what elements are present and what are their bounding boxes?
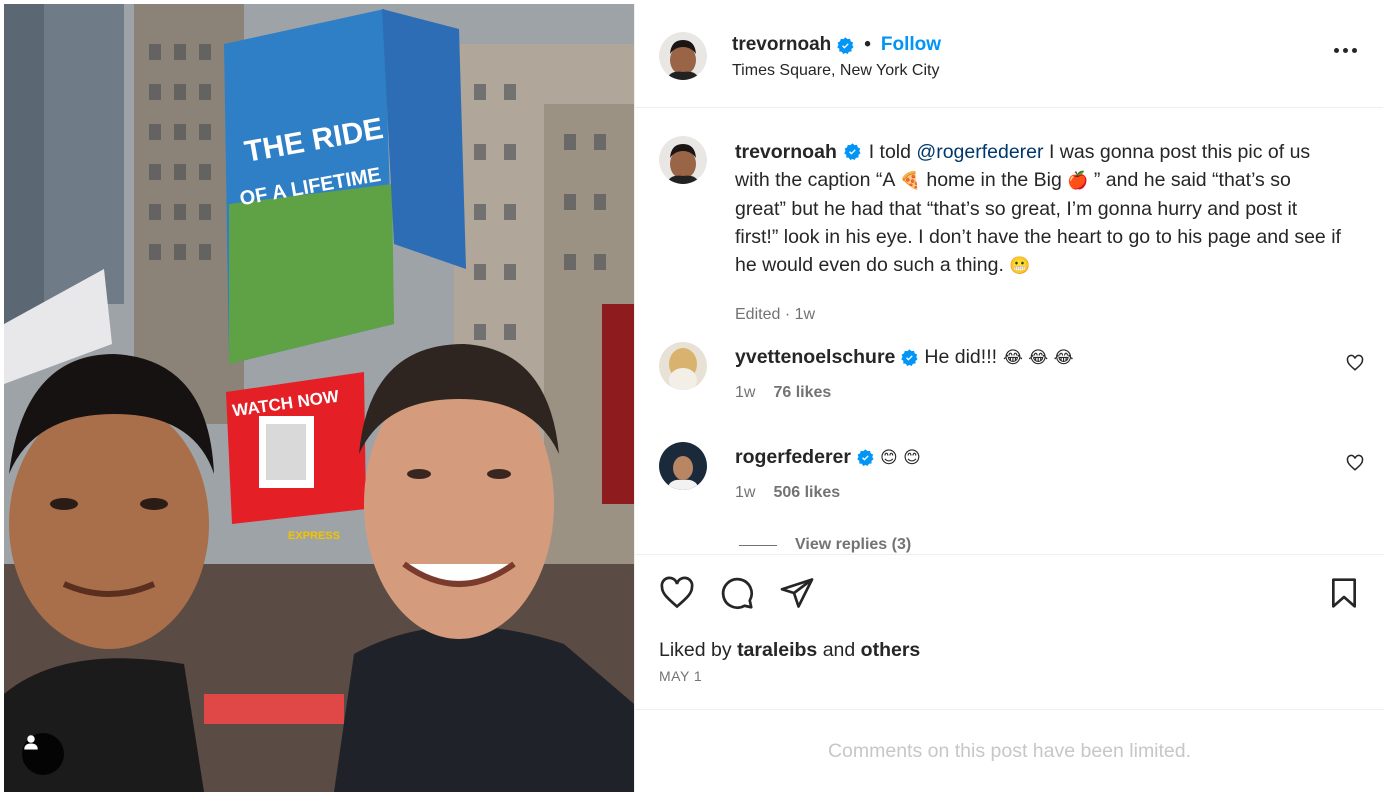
- header-user-row: trevornoah • Follow: [732, 34, 941, 56]
- comment-username[interactable]: yvettenoelschure: [735, 346, 895, 369]
- share-icon[interactable]: [779, 575, 815, 611]
- heart-icon[interactable]: [659, 575, 695, 611]
- view-replies-button[interactable]: View replies (3): [739, 536, 911, 554]
- avatar[interactable]: [659, 442, 707, 490]
- comment-username[interactable]: rogerfederer: [735, 446, 851, 469]
- express-sign: EXPRESS: [288, 530, 340, 542]
- verified-badge-icon: [901, 349, 918, 366]
- post-actions: Liked by taraleibs and others MAY 1: [635, 554, 1384, 710]
- liked-by-prefix: Liked by: [659, 639, 732, 661]
- caption-username[interactable]: trevornoah: [735, 141, 837, 163]
- comment-time[interactable]: 1w: [735, 484, 755, 502]
- verified-badge-icon: [857, 449, 874, 466]
- avatar[interactable]: [659, 136, 707, 184]
- comment-time[interactable]: 1w: [735, 384, 755, 402]
- post-date[interactable]: MAY 1: [659, 668, 702, 684]
- liked-by-text: Liked by taraleibs and others: [659, 639, 920, 662]
- heart-icon[interactable]: [1346, 354, 1364, 372]
- grimace-emoji: 😬: [1009, 256, 1031, 276]
- liked-by-user[interactable]: taraleibs: [737, 639, 817, 661]
- comment-item: yvettenoelschure He did!!! 😂 😂 😂 1w 76 l…: [635, 342, 1384, 422]
- comment-item: rogerfederer 😊 😊 1w 506 likes: [635, 442, 1384, 522]
- location-link[interactable]: Times Square, New York City: [732, 62, 939, 80]
- pizza-emoji: 🍕: [899, 171, 921, 191]
- follow-button[interactable]: Follow: [881, 34, 941, 56]
- comment-likes[interactable]: 506 likes: [773, 484, 840, 502]
- heart-icon[interactable]: [1346, 454, 1364, 472]
- comment-meta: 1w 76 likes: [735, 384, 831, 402]
- comments-limited-notice: Comments on this post have been limited.: [827, 740, 1192, 762]
- caption-meta: Edited · 1w: [735, 306, 816, 323]
- post-header: trevornoah • Follow Times Square, New Yo…: [635, 4, 1383, 108]
- comments-list[interactable]: trevornoah I told @rogerfederer I was go…: [635, 108, 1384, 554]
- caption-part: home in the Big: [926, 169, 1062, 191]
- tagged-users-button[interactable]: [22, 733, 64, 775]
- view-replies-label: View replies (3): [795, 536, 912, 553]
- comment-likes[interactable]: 76 likes: [773, 384, 831, 402]
- verified-badge-icon: [844, 143, 861, 160]
- comment-emojis: 😂 😂 😂: [1003, 347, 1074, 368]
- post-photo[interactable]: THE RIDE OF A LIFETIME WATCH NOW EXPRESS: [4, 4, 634, 792]
- caption-part: I told: [868, 141, 911, 163]
- comment-text-row: yvettenoelschure He did!!! 😂 😂 😂: [735, 346, 1073, 369]
- comment-meta: 1w 506 likes: [735, 484, 840, 502]
- mention-link[interactable]: @rogerfederer: [916, 141, 1043, 163]
- verified-badge-icon: [837, 36, 854, 54]
- comment-emojis: 😊 😊: [879, 447, 921, 468]
- post-side-panel: trevornoah • Follow Times Square, New Yo…: [634, 4, 1384, 792]
- comment-text-row: rogerfederer 😊 😊: [735, 446, 921, 469]
- more-options-icon[interactable]: [1334, 48, 1357, 53]
- avatar[interactable]: [659, 342, 707, 390]
- comment-icon[interactable]: [719, 575, 755, 611]
- replies-divider: [739, 544, 777, 546]
- avatar[interactable]: [659, 32, 707, 80]
- comment-body: He did!!!: [924, 346, 998, 368]
- liked-by-others[interactable]: others: [861, 639, 921, 661]
- bookmark-icon[interactable]: [1328, 575, 1360, 611]
- apple-emoji: 🍎: [1067, 171, 1089, 191]
- caption-text: trevornoah I told @rogerfederer I was go…: [735, 138, 1345, 280]
- liked-by-and: and: [822, 639, 856, 661]
- person-icon: [24, 735, 38, 750]
- separator-dot: •: [864, 34, 871, 55]
- header-username[interactable]: trevornoah: [732, 34, 831, 56]
